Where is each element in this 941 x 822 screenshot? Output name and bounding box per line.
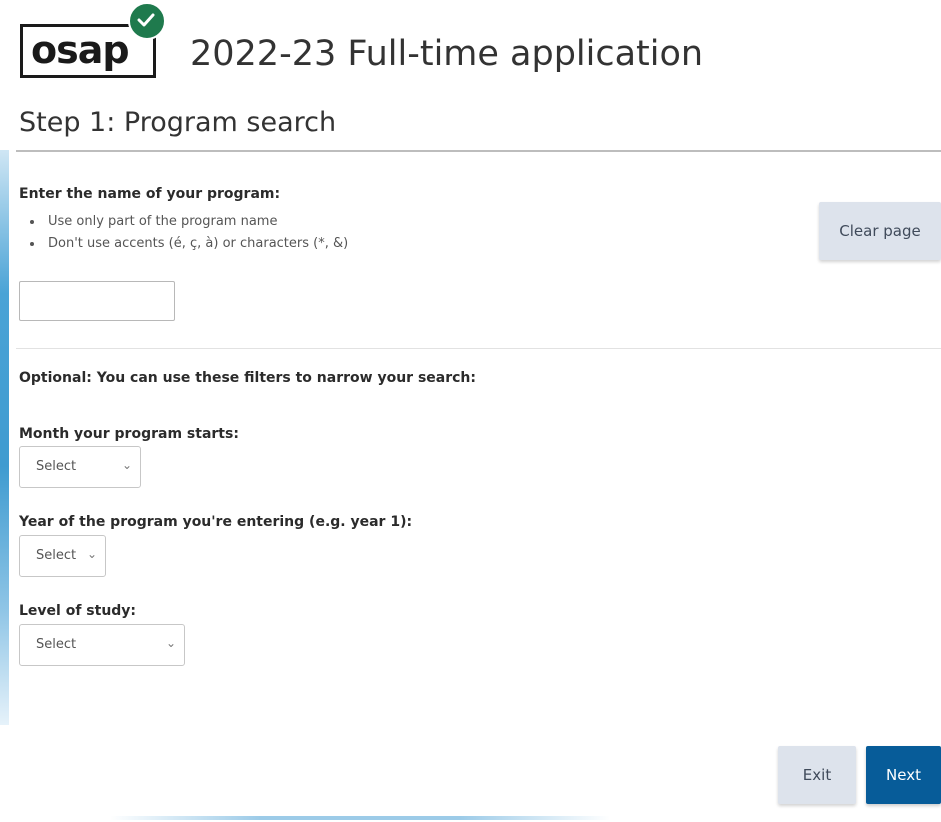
search-tip: Don't use accents (é, ç, à) or character…: [44, 233, 348, 255]
application-title: 2022-23 Full-time application: [190, 34, 704, 74]
program-year-label: Year of the program you're entering (e.g…: [19, 514, 413, 530]
search-tip: Use only part of the program name: [44, 211, 348, 233]
filters-intro: Optional: You can use these filters to n…: [19, 370, 476, 386]
month-select-value: Select: [36, 459, 77, 474]
section-divider: [16, 348, 941, 349]
chevron-down-icon: ⌄: [121, 458, 132, 472]
chevron-down-icon: ⌄: [86, 547, 97, 561]
clear-page-button[interactable]: Clear page: [819, 202, 941, 260]
program-year-select[interactable]: Select ⌄: [19, 535, 106, 577]
study-level-select-value: Select: [36, 637, 77, 652]
program-year-select-value: Select: [36, 548, 77, 563]
header-divider: [16, 150, 941, 152]
study-level-label: Level of study:: [19, 603, 137, 619]
month-label: Month your program starts:: [19, 426, 239, 442]
left-accent-bar: [0, 150, 9, 725]
step-title: Step 1: Program search: [19, 107, 337, 138]
search-tips-list: Use only part of the program name Don't …: [28, 211, 348, 255]
logo-text: osap: [31, 28, 130, 72]
study-level-select[interactable]: Select ⌄: [19, 624, 185, 666]
bottom-accent-bar: [110, 816, 610, 820]
next-button[interactable]: Next: [866, 746, 941, 804]
checkmark-icon: [128, 2, 166, 40]
month-select[interactable]: Select ⌄: [19, 446, 141, 488]
program-name-label: Enter the name of your program:: [19, 186, 281, 202]
exit-button[interactable]: Exit: [778, 746, 856, 804]
chevron-down-icon: ⌄: [165, 636, 176, 650]
program-name-input[interactable]: [19, 281, 175, 321]
